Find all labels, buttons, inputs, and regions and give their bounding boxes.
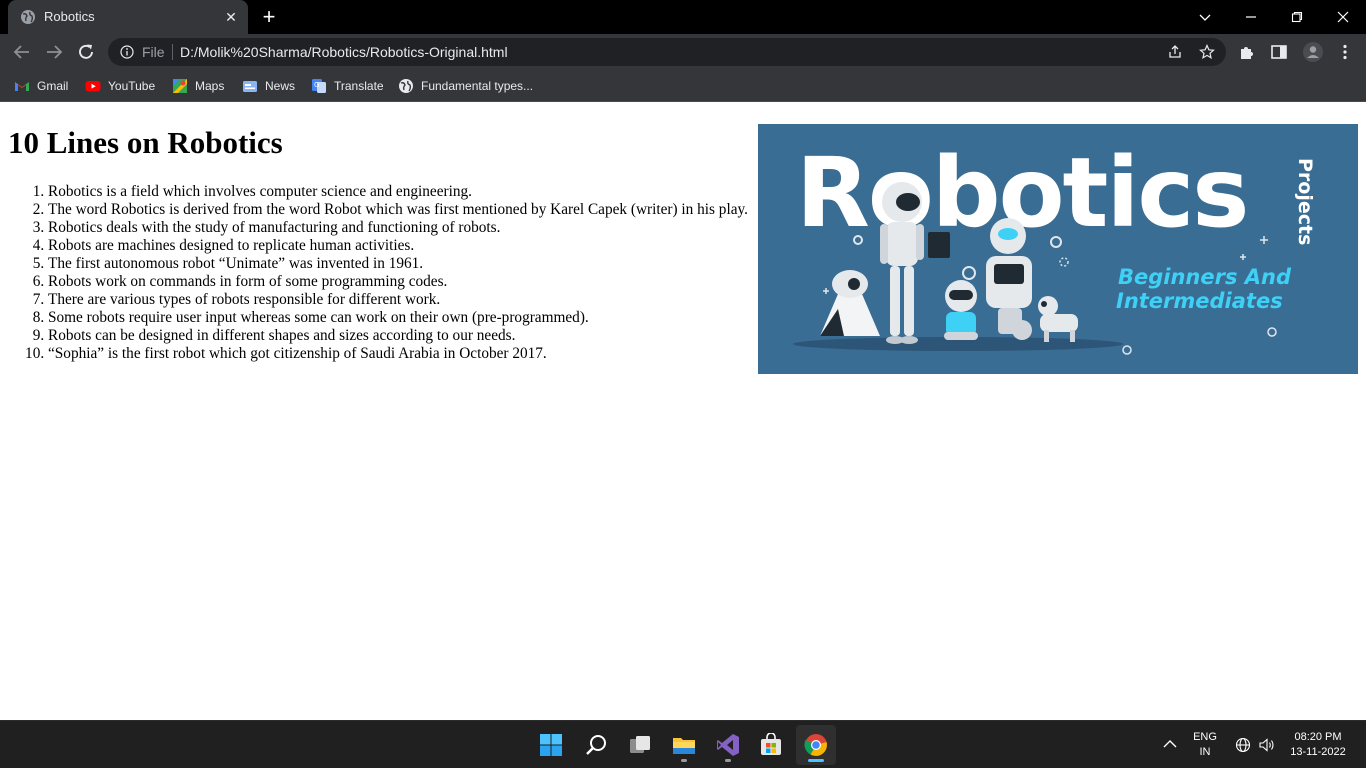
bookmark-label: News xyxy=(265,79,296,93)
file-explorer-button[interactable] xyxy=(664,725,704,765)
minimize-icon xyxy=(1246,16,1256,18)
star-icon[interactable] xyxy=(1199,44,1215,60)
microsoft-store-button[interactable] xyxy=(751,725,791,765)
address-bar[interactable]: File D:/Molik%20Sharma/Robotics/Robotics… xyxy=(108,38,1226,66)
tab-strip: Robotics ✕ + xyxy=(0,0,1366,34)
chrome-icon xyxy=(804,734,827,756)
network-globe-icon[interactable] xyxy=(1235,737,1251,753)
hero-subtitle-line1: Beginners And xyxy=(1118,265,1292,289)
volume-icon[interactable] xyxy=(1258,737,1276,753)
chrome-button[interactable] xyxy=(796,725,836,765)
list-item: There are various types of robots respon… xyxy=(48,291,753,309)
language-indicator[interactable]: ENG IN xyxy=(1188,730,1222,760)
tab-search-button[interactable] xyxy=(1182,0,1228,34)
page-content: 10 Lines on Robotics Robotics is a field… xyxy=(0,103,1366,720)
close-icon xyxy=(1337,11,1349,23)
robotics-lines-list: Robotics is a field which involves compu… xyxy=(8,183,753,363)
bookmark-label: Gmail xyxy=(37,79,69,93)
list-item: Some robots require user input whereas s… xyxy=(48,309,753,327)
clock[interactable]: 08:20 PM 13-11-2022 xyxy=(1284,730,1352,760)
active-indicator xyxy=(808,759,824,762)
tab-close-icon[interactable]: ✕ xyxy=(222,8,240,26)
translate-icon: G xyxy=(312,79,326,93)
tab-robotics[interactable]: Robotics ✕ xyxy=(8,0,248,34)
file-scheme-label: File xyxy=(142,44,165,60)
language-code: ENG xyxy=(1193,731,1217,743)
file-explorer-icon xyxy=(673,738,695,754)
back-icon[interactable] xyxy=(11,41,33,63)
bookmarks-bar: Gmail YouTube Maps News G Translate Fund… xyxy=(0,70,1366,102)
bookmark-label: YouTube xyxy=(108,79,156,93)
forward-icon[interactable] xyxy=(43,41,65,63)
running-indicator xyxy=(681,759,687,762)
tab-title: Robotics xyxy=(44,9,95,24)
running-indicator xyxy=(725,759,731,762)
gmail-icon xyxy=(15,82,29,91)
bookmark-label: Maps xyxy=(195,79,225,93)
profile-avatar-icon[interactable] xyxy=(1302,41,1324,63)
bookmark-label: Fundamental types... xyxy=(421,79,534,93)
news-icon xyxy=(243,81,257,92)
reload-icon[interactable] xyxy=(75,41,97,63)
list-item: Robots work on commands in form of some … xyxy=(48,273,753,291)
bookmark-label: Translate xyxy=(334,79,384,93)
search-button[interactable] xyxy=(576,725,616,765)
close-window-button[interactable] xyxy=(1320,0,1366,34)
browser-toolbar: File D:/Molik%20Sharma/Robotics/Robotics… xyxy=(0,34,1366,70)
windows-taskbar: ENG IN 08:20 PM 13-11-2022 xyxy=(0,720,1366,768)
extensions-icon[interactable] xyxy=(1238,43,1256,61)
list-item: Robotics is a field which involves compu… xyxy=(48,183,753,201)
share-icon[interactable] xyxy=(1167,44,1183,60)
start-button[interactable] xyxy=(531,725,571,765)
list-item: “Sophia” is the first robot which got ci… xyxy=(48,345,753,363)
search-icon xyxy=(586,735,606,755)
side-panel-icon[interactable] xyxy=(1270,43,1288,61)
list-item: Robots can be designed in different shap… xyxy=(48,327,753,345)
page-title: 10 Lines on Robotics xyxy=(8,125,283,160)
bookmark-news[interactable]: News xyxy=(242,76,295,96)
region-code: IN xyxy=(1199,746,1211,758)
restore-icon xyxy=(1291,11,1303,23)
maps-icon xyxy=(173,79,187,93)
chevron-up-icon[interactable] xyxy=(1163,739,1177,749)
youtube-icon xyxy=(85,81,101,92)
minimize-button[interactable] xyxy=(1228,0,1274,34)
bookmark-youtube[interactable]: YouTube xyxy=(85,76,155,96)
microsoft-store-icon xyxy=(761,733,781,755)
svg-text:G: G xyxy=(314,81,319,89)
bookmark-gmail[interactable]: Gmail xyxy=(14,76,68,96)
clock-time: 08:20 PM xyxy=(1294,731,1342,743)
globe-icon xyxy=(21,10,35,24)
new-tab-button[interactable]: + xyxy=(258,6,280,28)
restore-button[interactable] xyxy=(1274,0,1320,34)
info-icon[interactable] xyxy=(120,45,134,59)
omnibox-divider xyxy=(172,44,173,60)
menu-kebab-icon[interactable] xyxy=(1336,43,1354,61)
task-view-icon xyxy=(630,736,650,753)
clock-date: 13-11-2022 xyxy=(1290,746,1346,758)
list-item: Robots are machines designed to replicat… xyxy=(48,237,753,255)
chevron-down-icon xyxy=(1199,14,1211,21)
visual-studio-button[interactable] xyxy=(708,725,748,765)
visual-studio-icon xyxy=(717,734,739,756)
bookmark-translate[interactable]: G Translate xyxy=(311,76,384,96)
task-view-button[interactable] xyxy=(620,725,660,765)
start-icon xyxy=(540,734,562,756)
list-item: The first autonomous robot “Unimate” was… xyxy=(48,255,753,273)
robotics-hero-image: Robotics Projects Beginners And Intermed… xyxy=(758,124,1358,374)
list-item: The word Robotics is derived from the wo… xyxy=(48,201,753,219)
globe-icon xyxy=(399,79,413,93)
bookmark-maps[interactable]: Maps xyxy=(172,76,224,96)
bookmark-fundamental-types[interactable]: Fundamental types... xyxy=(398,76,533,96)
hero-side-label: Projects xyxy=(1294,158,1316,245)
list-item: Robotics deals with the study of manufac… xyxy=(48,219,753,237)
url-text[interactable]: D:/Molik%20Sharma/Robotics/Robotics-Orig… xyxy=(180,44,508,60)
hero-subtitle-line2: Intermediates xyxy=(1116,289,1283,313)
